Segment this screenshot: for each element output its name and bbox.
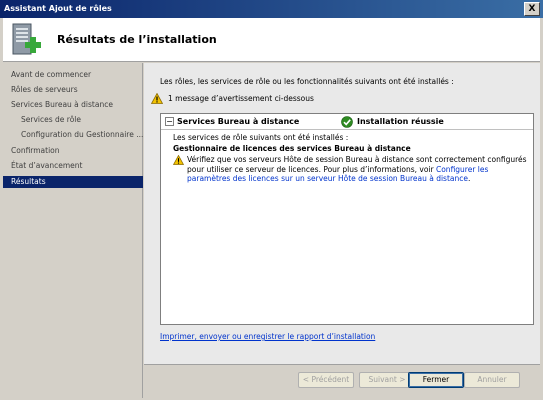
warning-summary: 1 message d’avertissement ci-dessous [168, 94, 314, 103]
role-service-name: Gestionnaire de licences des services Bu… [173, 144, 411, 153]
licensing-note-end: . [467, 174, 471, 183]
licensing-note: Vérifiez que vos serveurs Hôte de sessio… [187, 155, 527, 184]
step-roles-de-serveurs[interactable]: Rôles de serveurs [3, 84, 143, 96]
wizard-header: Résultats de l’installation [3, 18, 540, 62]
step-resultats[interactable]: Résultats [3, 176, 143, 188]
window-titlebar: Assistant Ajout de rôles X [0, 0, 543, 18]
close-window-button[interactable]: X [524, 2, 540, 16]
note-warning-icon [173, 155, 184, 165]
step-etat-avancement[interactable]: État d’avancement [3, 160, 143, 172]
next-button[interactable]: Suivant > [359, 372, 415, 388]
results-panel: − Services Bureau à distance Installatio… [160, 113, 534, 325]
previous-button[interactable]: < Précédent [298, 372, 354, 388]
service-name: Services Bureau à distance [177, 117, 300, 126]
install-status: Installation réussie [357, 117, 444, 126]
step-avant-de-commencer[interactable]: Avant de commencer [3, 69, 143, 81]
wizard-steps-sidebar: Avant de commencer Rôles de serveurs Ser… [3, 63, 143, 398]
footer-divider [144, 364, 540, 365]
step-services-bureau-a-distance[interactable]: Services Bureau à distance [3, 99, 143, 111]
report-link[interactable]: Imprimer, envoyer ou enregistrer le rapp… [160, 332, 375, 341]
step-confirmation[interactable]: Confirmation [3, 145, 143, 157]
server-roles-add-icon [12, 23, 41, 55]
step-services-de-role[interactable]: Services de rôle [3, 114, 143, 126]
cancel-button[interactable]: Annuler [464, 372, 520, 388]
warning-icon [151, 93, 163, 104]
results-panel-header: − Services Bureau à distance Installatio… [161, 114, 533, 130]
close-button[interactable]: Fermer [408, 372, 464, 388]
installed-services-label: Les services de rôle suivants ont été in… [173, 133, 349, 142]
window-title: Assistant Ajout de rôles [4, 4, 112, 13]
page-title: Résultats de l’installation [57, 33, 217, 46]
success-check-icon [341, 116, 353, 128]
step-configuration-gestionnaire[interactable]: Configuration du Gestionnaire ... [3, 129, 143, 141]
main-content: Les rôles, les services de rôle ou les f… [144, 63, 540, 388]
intro-text: Les rôles, les services de rôle ou les f… [160, 77, 454, 86]
collapse-toggle[interactable]: − [165, 117, 174, 126]
